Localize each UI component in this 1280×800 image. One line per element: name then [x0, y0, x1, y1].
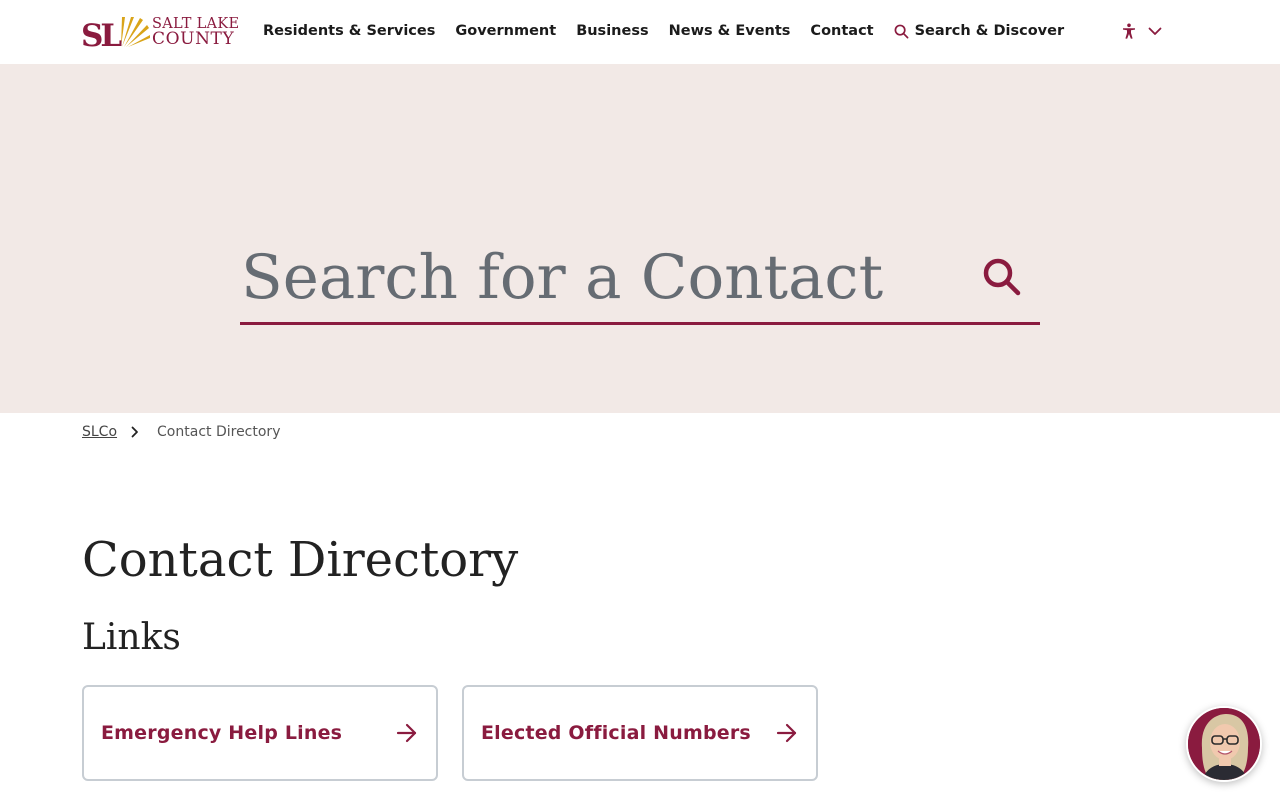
contact-search-hero [0, 64, 1280, 413]
elected-official-numbers-card[interactable]: Elected Official Numbers [462, 685, 818, 781]
search-icon [894, 24, 909, 38]
arrow-right-icon [396, 723, 418, 743]
nav-government[interactable]: Government [455, 23, 556, 39]
nav-search-label: Search & Discover [914, 23, 1065, 39]
contact-search-button[interactable] [980, 256, 1024, 300]
emergency-help-lines-card[interactable]: Emergency Help Lines [82, 685, 438, 781]
main-nav: Residents & Services Government Business… [263, 21, 1084, 41]
nav-news-events[interactable]: News & Events [669, 23, 791, 39]
contact-search-form [240, 232, 1040, 325]
logo-line-2: COUNTY [152, 28, 235, 49]
arrow-right-icon [776, 723, 798, 743]
card-label: Emergency Help Lines [101, 722, 343, 744]
card-label: Elected Official Numbers [481, 722, 751, 744]
page-title: Contact Directory [82, 532, 519, 588]
breadcrumb: SLCo Contact Directory [82, 423, 280, 441]
accessibility-menu-button[interactable] [1122, 22, 1166, 40]
salt-lake-county-logo[interactable]: SL SALT LAKE COUNTY [82, 17, 248, 47]
nav-business[interactable]: Business [576, 23, 648, 39]
nav-contact[interactable]: Contact [810, 23, 873, 39]
chevron-down-icon [1148, 27, 1162, 35]
svg-text:SL: SL [82, 18, 122, 47]
contact-search-input[interactable] [240, 232, 960, 322]
search-icon [983, 258, 1021, 295]
breadcrumb-slco-link[interactable]: SLCo [82, 424, 117, 440]
nav-search-discover[interactable]: Search & Discover [894, 23, 1065, 39]
breadcrumb-current: Contact Directory [157, 424, 281, 440]
chat-agent-avatar[interactable] [1186, 706, 1262, 782]
agent-portrait-icon [1188, 708, 1260, 780]
links-heading: Links [82, 617, 181, 658]
accessibility-icon [1123, 23, 1135, 39]
logo-wordmark: SALT LAKE COUNTY [152, 17, 239, 48]
nav-residents-services[interactable]: Residents & Services [263, 23, 435, 39]
site-header: SL SALT LAKE COUNTY Residents & Services… [0, 0, 1280, 64]
chevron-right-icon [131, 426, 139, 438]
county-logo-mark: SL [82, 17, 150, 47]
